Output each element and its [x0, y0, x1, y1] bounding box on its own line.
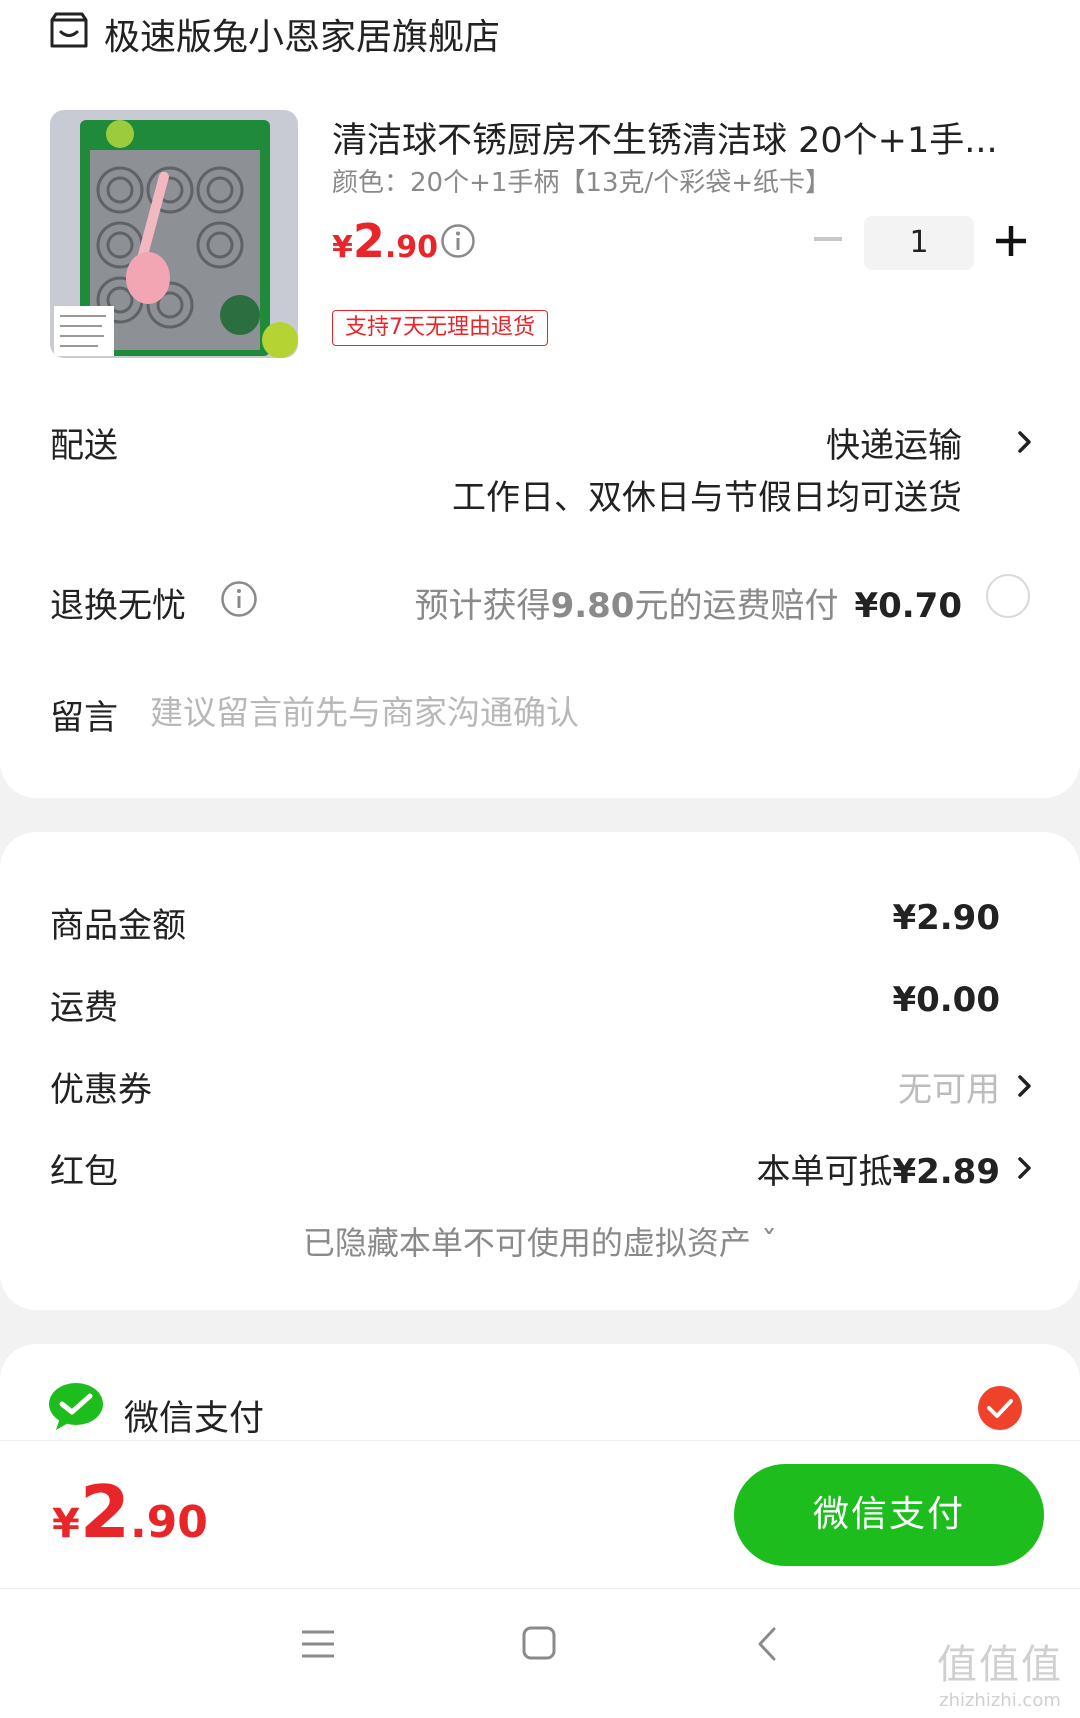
quantity-increase-button[interactable]: [994, 224, 1028, 258]
watermark-logo: 值值值: [937, 1642, 1063, 1688]
watermark: 值值值 zhizhizhi.com: [930, 1632, 1070, 1711]
product-price: ¥2.90: [332, 214, 438, 268]
total-decimal: .90: [129, 1497, 208, 1548]
goods-amount-label: 商品金额: [50, 906, 186, 946]
delivery-note: 工作日、双休日与节假日均可送货: [452, 478, 962, 518]
shop-name[interactable]: 极速版兔小恩家居旗舰店: [104, 8, 500, 60]
returns-desc-prefix: 预计获得: [414, 586, 551, 626]
pay-button[interactable]: 微信支付: [734, 1464, 1044, 1566]
total-currency: ¥: [52, 1501, 80, 1547]
chevron-right-icon[interactable]: [1014, 428, 1036, 456]
returns-insurance-description: 预计获得9.80元的运费赔付 ¥0.70: [415, 578, 962, 627]
delivery-label: 配送: [50, 426, 118, 466]
returns-insurance-fee: ¥0.70: [854, 586, 962, 626]
store-icon: [50, 12, 88, 48]
total-price: ¥2.90: [52, 1470, 208, 1554]
red-packet-label: 红包: [50, 1152, 118, 1192]
menu-icon[interactable]: [300, 1628, 336, 1660]
coupon-value[interactable]: 无可用: [898, 1062, 1000, 1111]
returns-desc-suffix: 元的运费赔付: [634, 586, 839, 626]
quantity-decrease-button[interactable]: [812, 222, 844, 256]
total-integer: 2: [79, 1470, 130, 1554]
check-icon[interactable]: [978, 1386, 1022, 1430]
chevron-right-icon[interactable]: [1014, 1072, 1036, 1100]
price-decimal: .90: [384, 230, 439, 265]
wechat-pay-label[interactable]: 微信支付: [124, 1390, 264, 1441]
shipping-fee-value: ¥0.00: [892, 980, 1000, 1020]
product-image[interactable]: [50, 110, 298, 358]
returns-insurance-label: 退换无忧: [50, 586, 186, 626]
delivery-method[interactable]: 快递运输: [826, 418, 962, 467]
info-icon[interactable]: [220, 580, 258, 618]
chevron-right-icon[interactable]: [1014, 1154, 1036, 1182]
hidden-assets-toggle[interactable]: 已隐藏本单不可使用的虚拟资产 ˇ: [0, 1218, 1080, 1264]
price-currency: ¥: [332, 230, 353, 265]
shipping-fee-label: 运费: [50, 988, 118, 1028]
returns-compensation-amount: 9.80: [550, 586, 635, 626]
message-input[interactable]: [150, 688, 1010, 736]
coupon-label: 优惠券: [50, 1070, 152, 1110]
wechat-pay-icon: [49, 1383, 103, 1430]
goods-amount-value: ¥2.90: [892, 898, 1000, 938]
price-integer: 2: [352, 214, 385, 268]
info-icon[interactable]: [440, 223, 476, 259]
red-packet-prefix: 本单可抵: [756, 1152, 893, 1192]
red-packet-value[interactable]: 本单可抵¥2.89: [756, 1144, 1000, 1193]
home-icon[interactable]: [522, 1626, 556, 1660]
product-spec[interactable]: 颜色：20个+1手柄【13克/个彩袋+纸卡】: [332, 162, 831, 199]
returns-insurance-radio[interactable]: [986, 574, 1030, 618]
message-label: 留言: [50, 698, 118, 738]
red-packet-amount: ¥2.89: [892, 1152, 1000, 1192]
quantity-value[interactable]: 1: [864, 216, 974, 270]
back-icon[interactable]: [756, 1626, 778, 1662]
return-policy-badge: 支持7天无理由退货: [332, 310, 548, 346]
watermark-url: zhizhizhi.com: [939, 1690, 1061, 1711]
product-title[interactable]: 清洁球不锈厨房不生锈清洁球 20个+1手...: [332, 112, 1032, 163]
